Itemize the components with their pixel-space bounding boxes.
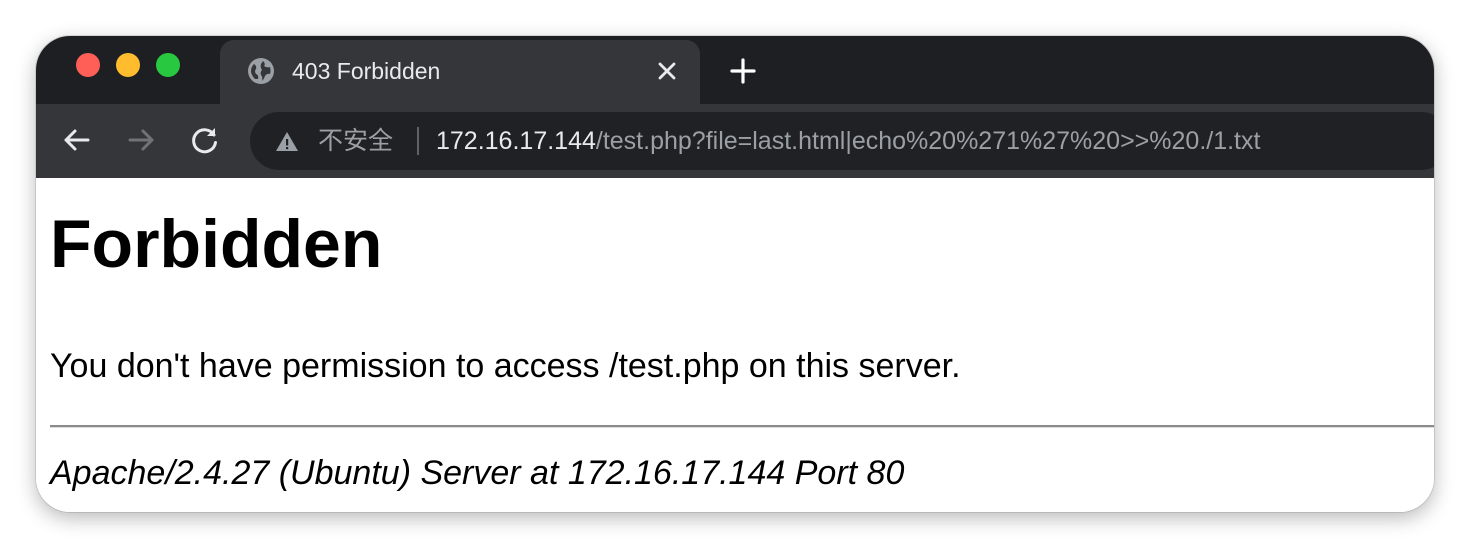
url-text[interactable]: 172.16.17.144/test.php?file=last.html|ec… (436, 125, 1260, 157)
warning-icon[interactable] (274, 129, 300, 155)
close-tab-icon[interactable] (654, 58, 680, 84)
browser-window: 403 Forbidden 不安全 172.16.17.144/test.php… (36, 36, 1434, 512)
tab-title: 403 Forbidden (292, 58, 441, 84)
new-tab-button[interactable] (726, 54, 760, 88)
url-path: /test.php?file=last.html|echo%20%271%27%… (595, 127, 1261, 155)
window-close-button[interactable] (76, 53, 100, 77)
back-button[interactable] (60, 123, 94, 157)
omnibox-divider (417, 127, 419, 155)
address-bar[interactable]: 不安全 172.16.17.144/test.php?file=last.htm… (250, 112, 1434, 170)
reload-icon (192, 128, 217, 154)
plus-icon (730, 58, 756, 84)
window-minimize-button[interactable] (116, 53, 140, 77)
browser-toolbar: 不安全 172.16.17.144/test.php?file=last.htm… (36, 104, 1434, 178)
divider (50, 425, 1434, 428)
security-status-label[interactable]: 不安全 (318, 125, 393, 157)
url-host: 172.16.17.144 (436, 127, 596, 155)
tab-active[interactable]: 403 Forbidden (220, 40, 700, 104)
window-maximize-button[interactable] (156, 53, 180, 77)
forward-button[interactable] (124, 123, 158, 157)
page-content: Forbidden You don't have permission to a… (36, 178, 1434, 512)
arrow-left-icon (64, 129, 90, 151)
arrow-right-icon (128, 129, 154, 151)
page-heading: Forbidden (50, 206, 383, 282)
error-message: You don't have permission to access /tes… (50, 347, 961, 385)
globe-icon (246, 56, 276, 86)
server-signature: Apache/2.4.27 (Ubuntu) Server at 172.16.… (50, 454, 905, 492)
tab-strip: 403 Forbidden (36, 36, 1434, 104)
reload-button[interactable] (188, 123, 222, 157)
